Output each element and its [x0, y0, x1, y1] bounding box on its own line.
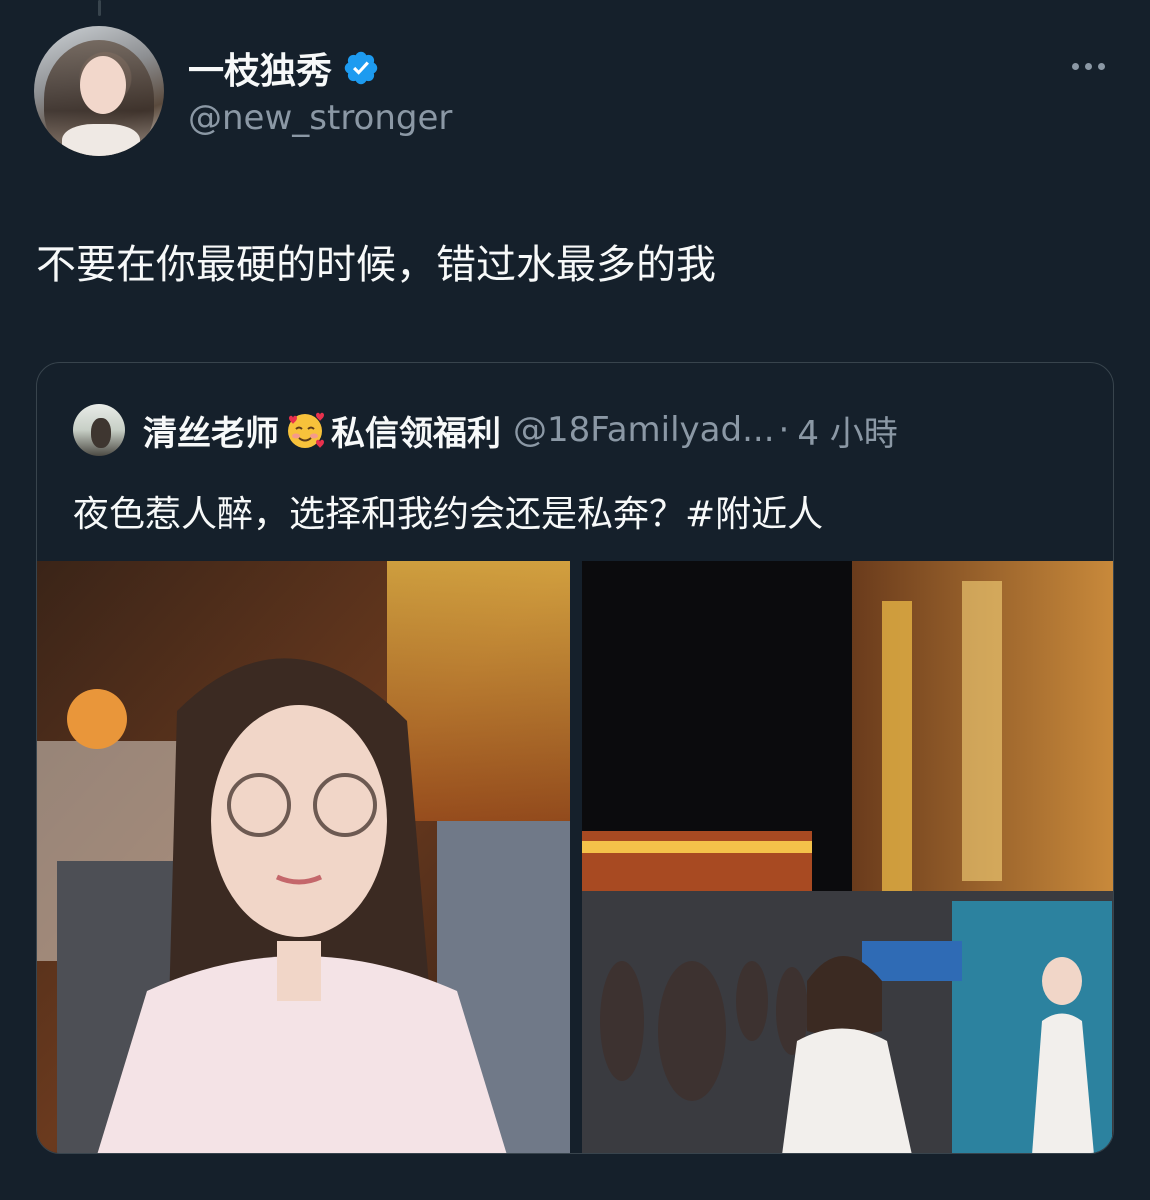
quoted-media-grid [37, 561, 1113, 1153]
photo-selfie[interactable] [37, 561, 570, 1153]
tweet-header: 一枝独秀 @new_stronger [34, 26, 1116, 156]
quoted-tweet-text: 夜色惹人醉，选择和我约会还是私奔？#附近人 [73, 494, 824, 535]
quoted-author-avatar[interactable] [73, 404, 125, 456]
author-handle[interactable]: @new_stronger [188, 98, 452, 138]
verified-badge-icon [344, 51, 378, 85]
quoted-timestamp[interactable]: 4 小時 [797, 406, 897, 455]
quoted-author-name[interactable]: 清丝老师 [143, 406, 279, 455]
quoted-tweet-card[interactable]: 清丝老师 私信领福利 @18Familyad... · 4 小時 夜色惹人醉，选… [36, 362, 1114, 1154]
thread-connector-line [98, 0, 101, 16]
smiling-face-with-hearts-icon [288, 412, 324, 448]
separator-dot: · [778, 410, 790, 450]
quoted-author-name-suffix[interactable]: 私信领福利 [331, 406, 501, 455]
quoted-tweet-header: 清丝老师 私信领福利 @18Familyad... · 4 小時 [73, 401, 898, 459]
author-display-name[interactable]: 一枝独秀 [188, 42, 380, 94]
author-avatar[interactable] [34, 26, 164, 156]
more-options-icon[interactable] [1066, 56, 1110, 76]
quoted-author-handle[interactable]: @18Familyad... [513, 410, 775, 450]
author-name-text: 一枝独秀 [188, 51, 333, 92]
tweet-text: 不要在你最硬的时候，错过水最多的我 [36, 242, 716, 288]
photo-street-scene[interactable] [582, 561, 1113, 1153]
